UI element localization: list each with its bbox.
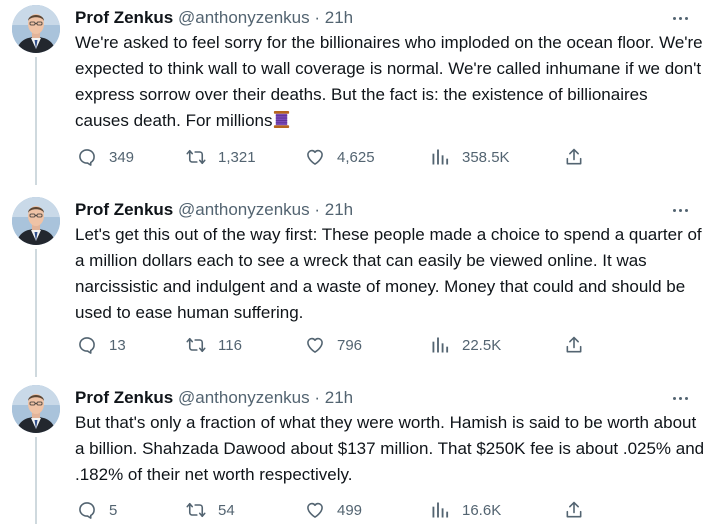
separator-dot: · [314,200,321,219]
more-options-icon[interactable] [670,388,690,408]
avatar[interactable] [12,385,60,433]
like-button[interactable]: 499 [305,498,362,522]
timestamp[interactable]: 21h [325,388,353,407]
author-name[interactable]: Prof Zenkus [75,388,173,407]
tweet[interactable]: Prof Zenkus @anthonyzenkus · 21h We're a… [0,0,716,185]
reply-button[interactable]: 13 [77,333,126,357]
timestamp[interactable]: 21h [325,8,353,27]
author-handle[interactable]: @anthonyzenkus [178,8,310,27]
tweet-text: We're asked to feel sorry for the billio… [75,30,705,134]
tweet-text-body: We're asked to feel sorry for the billio… [75,33,703,130]
retweet-count: 54 [218,501,235,519]
tweet-header: Prof Zenkus @anthonyzenkus · 21h [75,198,676,222]
thread-line [35,249,37,377]
views-button[interactable]: 22.5K [430,333,501,357]
heart-icon [305,500,325,520]
views-icon [430,500,450,520]
views-count: 16.6K [462,501,502,519]
reply-button[interactable]: 5 [77,498,117,522]
thread-line [35,437,37,524]
heart-icon [305,147,325,167]
tweet-text: Let's get this out of the way first: The… [75,225,702,322]
tweet-header: Prof Zenkus @anthonyzenkus · 21h [75,6,676,30]
retweet-icon [186,335,206,355]
action-bar: 13 116 796 22.5K [75,333,595,357]
heart-icon [305,335,325,355]
action-bar: 349 1,321 4,625 358.5K [75,145,595,169]
like-count: 4,625 [337,148,375,166]
author-handle[interactable]: @anthonyzenkus [178,200,310,219]
retweet-icon [186,500,206,520]
retweet-button[interactable]: 54 [186,498,235,522]
avatar[interactable] [12,197,60,245]
views-button[interactable]: 16.6K [430,498,501,522]
author-name[interactable]: Prof Zenkus [75,200,173,219]
retweet-icon [186,147,206,167]
author-name[interactable]: Prof Zenkus [75,8,173,27]
views-icon [430,147,450,167]
timestamp[interactable]: 21h [325,200,353,219]
tweet-thread: Prof Zenkus @anthonyzenkus · 21h We're a… [0,0,716,524]
reply-icon [77,500,97,520]
tweet[interactable]: Prof Zenkus @anthonyzenkus · 21h Let's g… [0,192,716,377]
avatar[interactable] [12,5,60,53]
reply-count: 13 [109,336,126,354]
more-options-icon[interactable] [670,8,690,28]
thread-line [35,57,37,185]
share-button[interactable] [564,498,584,522]
retweet-count: 1,321 [218,148,256,166]
tweet-text: But that's only a fraction of what they … [75,413,705,484]
share-button[interactable] [564,145,584,169]
like-count: 499 [337,501,363,519]
reply-icon [77,335,97,355]
like-button[interactable]: 796 [305,333,362,357]
action-bar: 5 54 499 16.6K [75,498,595,522]
thread-spool-icon [272,110,291,129]
reply-count: 349 [109,148,135,166]
reply-count: 5 [109,501,118,519]
share-icon [564,500,584,520]
views-button[interactable]: 358.5K [430,145,510,169]
retweet-button[interactable]: 1,321 [186,145,256,169]
retweet-count: 116 [218,336,242,354]
share-button[interactable] [564,333,584,357]
author-handle[interactable]: @anthonyzenkus [178,388,310,407]
views-count: 22.5K [462,336,502,354]
views-count: 358.5K [462,148,510,166]
views-icon [430,335,450,355]
tweet-header: Prof Zenkus @anthonyzenkus · 21h [75,386,676,410]
tweet[interactable]: Prof Zenkus @anthonyzenkus · 21h But tha… [0,380,716,524]
like-count: 796 [337,336,363,354]
more-options-icon[interactable] [670,200,690,220]
retweet-button[interactable]: 116 [186,333,242,357]
like-button[interactable]: 4,625 [305,145,375,169]
share-icon [564,335,584,355]
reply-button[interactable]: 349 [77,145,134,169]
separator-dot: · [314,388,321,407]
reply-icon [77,147,97,167]
separator-dot: · [314,8,321,27]
share-icon [564,147,584,167]
